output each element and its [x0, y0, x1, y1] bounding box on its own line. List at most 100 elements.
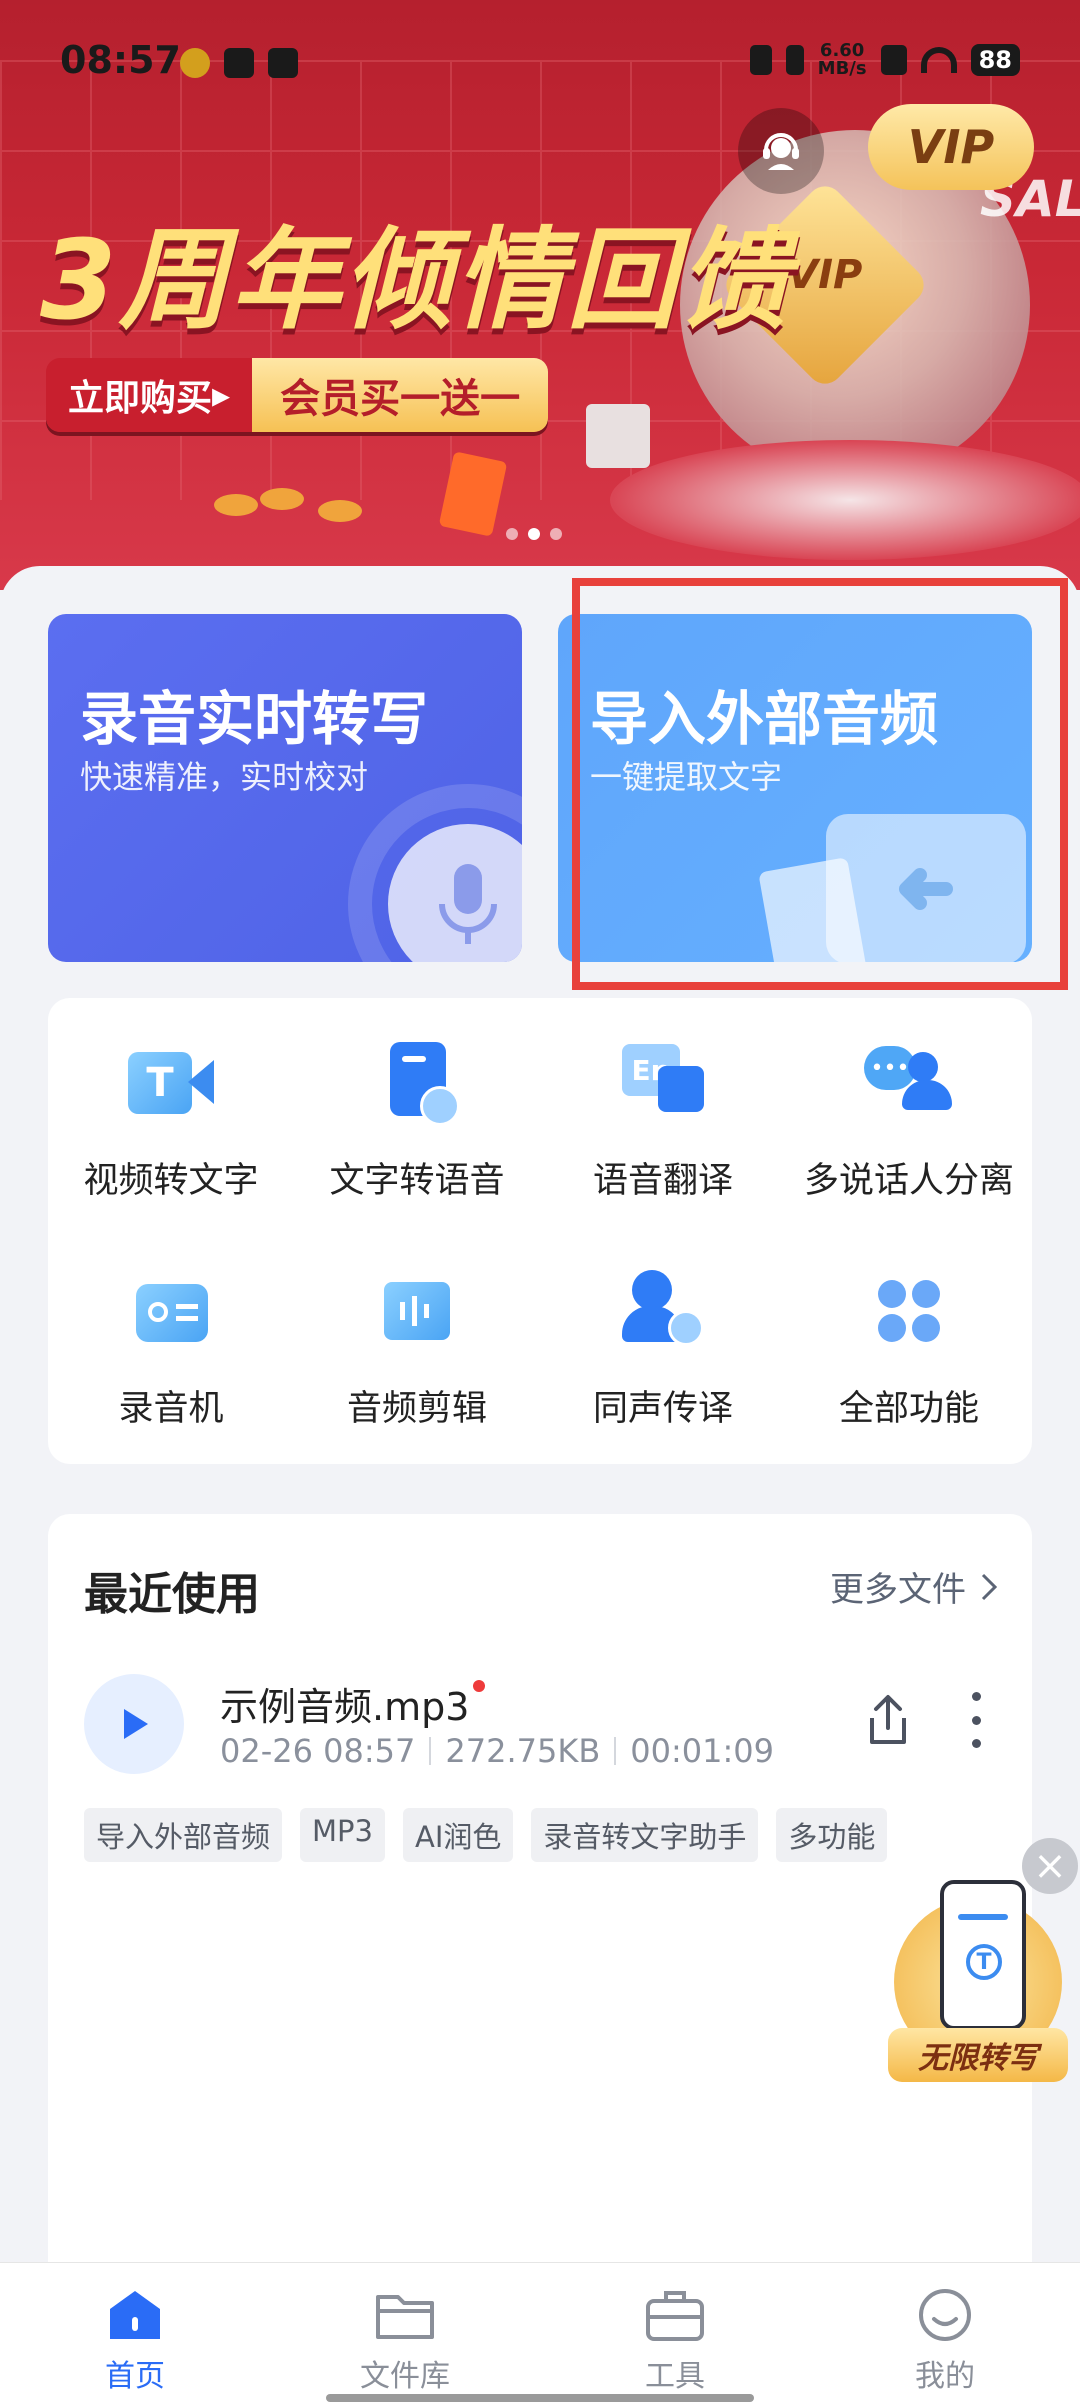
card-title: 录音实时转写	[80, 685, 429, 753]
page-dot	[550, 528, 562, 540]
feature-label: 文字转语音	[329, 1161, 505, 1201]
status-time: 08:57	[60, 38, 181, 82]
headset-icon	[763, 133, 799, 170]
video-to-text-icon: T	[126, 1038, 216, 1128]
feature-label: 语音翻译	[592, 1161, 733, 1201]
coin-decoration	[260, 488, 304, 510]
file-meta: 02-26 08:57 272.75KB 00:01:09	[220, 1732, 774, 1770]
file-tags: 导入外部音频 MP3 AI润色 录音转文字助手 多功能	[84, 1808, 888, 1862]
vip-badge-text: VIP	[787, 251, 863, 298]
nav-label: 工具	[645, 2359, 705, 2394]
coin-decoration	[318, 500, 362, 522]
home-indicator	[326, 2394, 754, 2402]
promo-label: 会员买一送一	[252, 358, 549, 432]
file-date: 02-26 08:57	[220, 1732, 416, 1770]
feature-simultaneous-interpretation[interactable]: 同声传译	[540, 1266, 786, 1431]
nav-files[interactable]: 文件库	[270, 2287, 540, 2395]
nav-label: 首页	[105, 2359, 165, 2394]
feature-label: 音频剪辑	[346, 1389, 487, 1429]
coin-decoration	[214, 494, 258, 516]
nav-label: 文件库	[360, 2359, 450, 2394]
status-right-indicators: 6.60 MB/s 88	[749, 42, 1020, 78]
recent-file-name[interactable]: 示例音频.mp3	[220, 1676, 486, 1731]
feature-label: 视频转文字	[83, 1161, 259, 1201]
net-speed: 6.60 MB/s	[818, 42, 867, 78]
recent-title: 最近使用	[84, 1569, 260, 1620]
banner-title: 3周年倾情回馈	[40, 216, 791, 344]
divider	[614, 1737, 617, 1765]
share-icon[interactable]	[858, 1690, 918, 1750]
file-name-text: 示例音频.mp3	[220, 1685, 470, 1729]
folder-icon	[374, 2287, 436, 2343]
file-tag: AI润色	[402, 1808, 514, 1862]
page-dot	[506, 528, 518, 540]
buy-now-label: 立即购买	[68, 378, 213, 419]
feature-grid: T 视频转文字 文字转语音 En 语音翻译 ••• 多说话人分离 录音机 音频剪…	[48, 998, 1032, 1464]
feature-all[interactable]: 全部功能	[786, 1266, 1032, 1431]
feature-audio-edit[interactable]: 音频剪辑	[294, 1266, 540, 1431]
play-button[interactable]	[84, 1674, 184, 1774]
buy-now-tag[interactable]: 立即购买 ▸ 会员买一送一	[46, 358, 549, 432]
home-icon	[104, 2287, 166, 2343]
kebab-dot	[972, 1692, 981, 1701]
file-size: 272.75KB	[445, 1732, 601, 1770]
vivo-icon	[268, 48, 298, 78]
feature-text-to-speech[interactable]: 文字转语音	[294, 1038, 540, 1203]
new-dot	[473, 1680, 486, 1692]
text-to-speech-icon	[372, 1038, 462, 1128]
feature-video-to-text[interactable]: T 视频转文字	[48, 1038, 294, 1203]
play-icon	[124, 1709, 148, 1739]
card-subtitle: 快速精准，实时校对	[80, 758, 369, 796]
all-features-icon	[864, 1266, 954, 1356]
highlight-box	[572, 578, 1068, 990]
more-files-link[interactable]: 更多文件	[830, 1562, 998, 1611]
toolbox-icon	[644, 2287, 706, 2343]
nav-tools[interactable]: 工具	[540, 2287, 810, 2395]
multi-speaker-icon: •••	[864, 1038, 954, 1128]
feature-voice-translate[interactable]: En 语音翻译	[540, 1038, 786, 1203]
feature-label: 录音机	[118, 1389, 224, 1429]
unlimited-transcribe-promo[interactable]: T 无限转写	[888, 1880, 1068, 2082]
banner-page-indicator	[506, 528, 562, 540]
vibrate-icon	[749, 45, 772, 75]
promo-banner[interactable]: SAL VIP 08:57 6.60 MB/s 88 VIP 3周年倾情回馈 立…	[0, 0, 1080, 590]
page-dot-active	[528, 528, 540, 540]
status-app-icons	[180, 48, 298, 78]
bluetooth-icon	[785, 45, 804, 75]
buy-now-button[interactable]: 立即购买 ▸	[46, 358, 253, 432]
file-tag: MP3	[300, 1808, 385, 1862]
battery-indicator: 88	[970, 44, 1020, 76]
feature-multi-speaker[interactable]: ••• 多说话人分离	[786, 1038, 1032, 1203]
customer-service-button[interactable]	[738, 108, 824, 194]
feature-label: 同声传译	[592, 1389, 733, 1429]
chevron-right-icon	[981, 1573, 998, 1600]
nav-home[interactable]: 首页	[0, 2287, 270, 2395]
file-tag: 录音转文字助手	[531, 1808, 759, 1862]
kebab-dot	[972, 1715, 981, 1725]
audio-edit-icon	[372, 1266, 462, 1356]
banner-podium	[610, 440, 1080, 560]
profile-icon	[914, 2287, 976, 2343]
notification-icon	[180, 48, 210, 78]
feature-label: 全部功能	[838, 1389, 979, 1429]
bottom-nav: 首页 文件库 工具 我的	[0, 2262, 1080, 2408]
more-files-label: 更多文件	[830, 1570, 966, 1610]
nav-label: 我的	[915, 2359, 975, 2394]
more-options-icon[interactable]	[972, 1692, 982, 1748]
promo-label: 无限转写	[888, 2028, 1068, 2082]
recent-section: 最近使用 更多文件 示例音频.mp3 02-26 08:57 272.75KB …	[48, 1514, 1032, 2274]
gift-box-decoration	[586, 404, 650, 468]
voice-translate-icon: En	[618, 1038, 708, 1128]
feature-recorder[interactable]: 录音机	[48, 1266, 294, 1431]
feature-label: 多说话人分离	[803, 1161, 1014, 1201]
simultaneous-interpretation-icon	[618, 1266, 708, 1356]
file-tag: 导入外部音频	[84, 1808, 283, 1862]
vip-button[interactable]: VIP	[868, 104, 1034, 190]
file-tag: 多功能	[776, 1808, 888, 1862]
phone-icon: T	[940, 1880, 1026, 2030]
record-transcribe-card[interactable]: 录音实时转写 快速精准，实时校对	[48, 614, 522, 962]
tiktok-icon	[224, 48, 254, 78]
divider	[429, 1737, 432, 1765]
nav-profile[interactable]: 我的	[810, 2287, 1080, 2395]
file-duration: 00:01:09	[630, 1732, 774, 1770]
